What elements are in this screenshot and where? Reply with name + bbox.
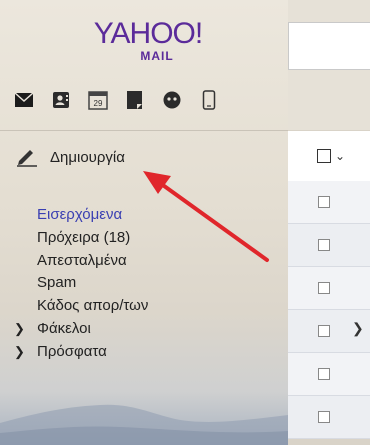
message-row[interactable] (288, 396, 370, 439)
row-checkbox[interactable] (318, 239, 330, 251)
folder-label: Κάδος απορ/των (37, 297, 149, 315)
calendar-day: 29 (94, 99, 103, 108)
folder-sent[interactable]: Απεσταλμένα (0, 250, 288, 273)
compose-button[interactable]: Δημιουργία (16, 145, 125, 169)
calendar-icon[interactable]: 29 (88, 90, 108, 110)
row-checkbox[interactable] (318, 196, 330, 208)
folder-label: Εισερχόμενα (37, 206, 123, 223)
logo-product: MAIL (140, 49, 174, 63)
compose-label: Δημιουργία (50, 148, 125, 166)
message-row[interactable] (288, 224, 370, 267)
notepad-icon[interactable] (125, 90, 145, 110)
messenger-icon[interactable] (162, 90, 182, 110)
message-list: ❯ (288, 181, 370, 439)
logo-brand: YAHOO! (93, 17, 203, 50)
folder-group-recent[interactable]: ❯ Πρόσφατα (0, 341, 288, 364)
folder-drafts[interactable]: Πρόχειρα (18) (0, 227, 288, 250)
row-checkbox[interactable] (318, 411, 330, 423)
folder-label: Φάκελοι (37, 319, 91, 337)
row-checkbox[interactable] (318, 282, 330, 294)
message-row[interactable]: ❯ (288, 310, 370, 353)
app-switcher: 29 (14, 90, 236, 112)
chevron-right-icon[interactable]: ❯ (14, 318, 25, 341)
folder-label: Πρόσφατα (37, 342, 107, 360)
background-mountain (0, 404, 288, 445)
search-input[interactable] (288, 22, 370, 70)
sidebar-divider (0, 130, 288, 131)
select-all-checkbox[interactable] (317, 149, 331, 163)
message-list-header: ⌄ (288, 131, 370, 181)
folder-spam[interactable]: Spam (0, 272, 288, 295)
yahoo-mail-logo[interactable]: YAHOO! MAIL (78, 17, 218, 63)
folder-inbox[interactable]: Εισερχόμενα (0, 204, 288, 227)
folder-list: Εισερχόμενα Πρόχειρα (18) Απεσταλμένα Sp… (0, 204, 288, 364)
pencil-icon (17, 150, 37, 167)
row-checkbox[interactable] (318, 368, 330, 380)
mobile-icon[interactable] (199, 90, 219, 110)
row-checkbox[interactable] (318, 325, 330, 337)
folder-label: Spam (37, 274, 77, 292)
chevron-down-icon[interactable]: ⌄ (335, 149, 345, 163)
mail-icon[interactable] (14, 90, 34, 110)
chevron-right-icon[interactable]: ❯ (352, 320, 364, 337)
folder-label: Πρόχειρα (18) (37, 228, 131, 246)
folder-group-folders[interactable]: ❯ Φάκελοι (0, 318, 288, 341)
message-row[interactable] (288, 267, 370, 310)
folder-label: Απεσταλμένα (37, 251, 127, 269)
message-row[interactable] (288, 353, 370, 396)
contacts-icon[interactable] (51, 90, 71, 110)
chevron-right-icon[interactable]: ❯ (14, 341, 25, 364)
message-row[interactable] (288, 181, 370, 224)
folder-trash[interactable]: Κάδος απορ/των (0, 295, 288, 318)
